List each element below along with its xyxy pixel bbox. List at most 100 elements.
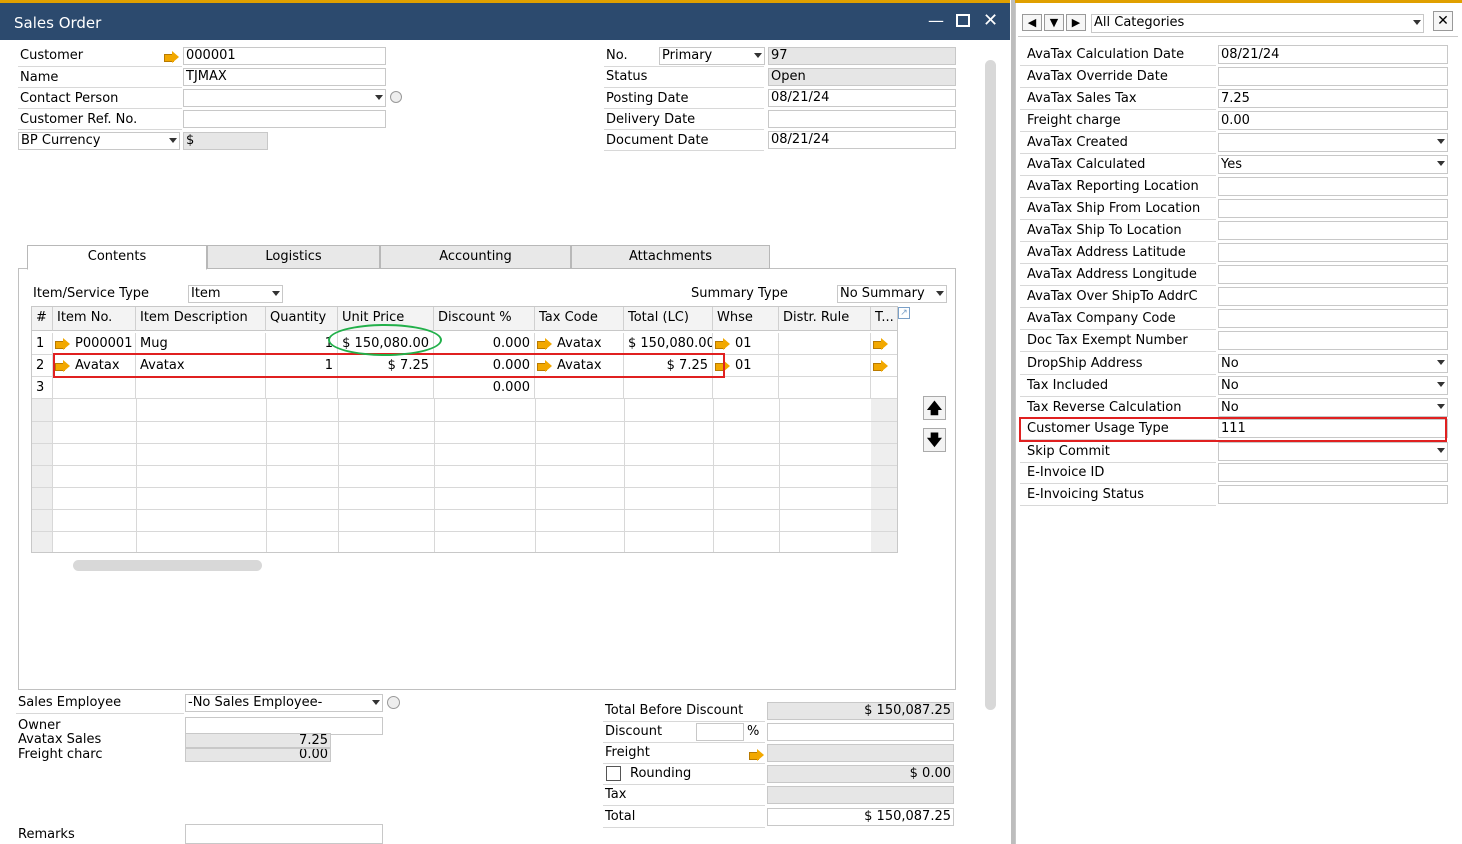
row1-quantity[interactable]: 1 <box>266 333 338 355</box>
row3-tax-code[interactable] <box>535 377 624 399</box>
close-icon[interactable]: ✕ <box>983 12 998 30</box>
contact-details-icon[interactable] <box>390 91 402 103</box>
udf-field[interactable] <box>1218 485 1448 504</box>
row1-tax-code[interactable]: Avatax <box>535 333 624 355</box>
row2-tax-more[interactable] <box>871 355 897 377</box>
udf-field[interactable] <box>1218 331 1448 350</box>
row3-whse[interactable] <box>713 377 779 399</box>
tab-accounting[interactable]: Accounting <box>380 245 571 269</box>
udf-row-freight-charge: Freight charge 0.00 <box>1020 111 1448 132</box>
udf-select[interactable]: Yes <box>1218 155 1448 174</box>
row1-whse[interactable]: 01 <box>713 333 779 355</box>
row2-num: 2 <box>32 355 53 377</box>
udf-menu-icon[interactable]: ▼ <box>1044 14 1064 31</box>
udf-category-select[interactable]: All Categories <box>1091 14 1424 33</box>
tab-logistics[interactable]: Logistics <box>207 245 380 269</box>
row1-total[interactable]: $ 150,080.00 <box>624 333 713 355</box>
col-header-whse[interactable]: Whse <box>713 307 779 331</box>
col-header-description[interactable]: Item Description <box>136 307 266 331</box>
row3-description[interactable] <box>136 377 266 399</box>
udf-next-icon[interactable]: ▶ <box>1066 14 1086 31</box>
contact-person-select[interactable] <box>183 89 386 107</box>
udf-field[interactable] <box>1218 67 1448 86</box>
row3-item-no[interactable] <box>53 377 136 399</box>
udf-row-avatax-override-date: AvaTax Override Date <box>1020 67 1448 88</box>
row2-distr-rule[interactable] <box>779 355 871 377</box>
expand-grid-icon[interactable]: ↗ <box>898 307 910 319</box>
udf-field[interactable] <box>1218 243 1448 262</box>
col-header-item-no[interactable]: Item No. <box>53 307 136 331</box>
rounding-checkbox[interactable] <box>606 766 621 781</box>
minimize-icon[interactable]: — <box>928 12 944 30</box>
row1-tax-more[interactable] <box>871 333 897 355</box>
whse-link-arrow-icon[interactable] <box>715 337 731 350</box>
remarks-field[interactable] <box>185 824 383 844</box>
col-header-discount[interactable]: Discount % <box>434 307 535 331</box>
bp-currency-select[interactable]: BP Currency <box>18 132 180 150</box>
col-header-quantity[interactable]: Quantity <box>266 307 338 331</box>
row3-tax-more[interactable] <box>871 377 897 399</box>
udf-field[interactable]: 7.25 <box>1218 89 1448 108</box>
udf-field[interactable] <box>1218 265 1448 284</box>
discount-percent-field[interactable] <box>696 723 744 741</box>
row1-distr-rule[interactable] <box>779 333 871 355</box>
col-header-total[interactable]: Total (LC) <box>624 307 713 331</box>
customer-field[interactable]: 000001 <box>183 47 386 65</box>
tab-attachments[interactable]: Attachments <box>571 245 770 269</box>
udf-prev-icon[interactable]: ◀ <box>1022 14 1042 31</box>
row1-item-no[interactable]: P000001 <box>53 333 136 355</box>
udf-field[interactable] <box>1218 287 1448 306</box>
series-select[interactable]: Primary <box>659 47 765 65</box>
vertical-scrollbar[interactable] <box>985 60 996 710</box>
delivery-date-field[interactable] <box>768 110 956 128</box>
row3-distr-rule[interactable] <box>779 377 871 399</box>
udf-field[interactable]: 08/21/24 <box>1218 45 1448 64</box>
freight-link-arrow-icon[interactable] <box>749 747 765 762</box>
customer-ref-field[interactable] <box>183 110 386 128</box>
name-field[interactable]: TJMAX <box>183 68 386 86</box>
row1-discount[interactable]: 0.000 <box>434 333 535 355</box>
maximize-icon[interactable] <box>956 14 970 27</box>
avatax-sales-label: Avatax Sales <box>18 732 102 747</box>
document-date-field[interactable]: 08/21/24 <box>768 131 956 149</box>
row3-discount[interactable]: 0.000 <box>434 377 535 399</box>
sales-employee-details-icon[interactable] <box>387 696 400 709</box>
row2-more-arrow-icon[interactable] <box>873 359 889 372</box>
col-header-num[interactable]: # <box>32 307 53 331</box>
row3-quantity[interactable] <box>266 377 338 399</box>
udf-field[interactable] <box>1218 309 1448 328</box>
move-row-up-icon[interactable]: 🡅 <box>923 396 946 420</box>
move-row-down-icon[interactable]: 🡇 <box>923 428 946 452</box>
grid-horizontal-scrollbar[interactable] <box>73 560 262 571</box>
row1-description[interactable]: Mug <box>136 333 266 355</box>
item-type-select[interactable]: Item <box>188 285 283 303</box>
col-header-tax-more[interactable]: T... <box>871 307 897 331</box>
posting-date-field[interactable]: 08/21/24 <box>768 89 956 107</box>
document-date-label: Document Date <box>606 133 709 148</box>
discount-amount-field[interactable] <box>767 723 954 741</box>
row1-more-arrow-icon[interactable] <box>873 337 889 350</box>
udf-label: AvaTax Ship To Location <box>1027 223 1182 238</box>
udf-select[interactable]: No <box>1218 398 1448 417</box>
udf-select[interactable]: No <box>1218 354 1448 373</box>
item-link-arrow-icon[interactable] <box>55 337 71 350</box>
udf-field[interactable] <box>1218 199 1448 218</box>
col-header-tax-code[interactable]: Tax Code <box>535 307 624 331</box>
row3-total[interactable] <box>624 377 713 399</box>
udf-field[interactable] <box>1218 463 1448 482</box>
col-header-distr-rule[interactable]: Distr. Rule <box>779 307 871 331</box>
summary-type-select[interactable]: No Summary <box>837 285 947 303</box>
udf-field[interactable] <box>1218 177 1448 196</box>
tab-contents[interactable]: Contents <box>27 245 207 270</box>
tax-link-arrow-icon[interactable] <box>537 337 553 350</box>
sales-employee-select[interactable]: -No Sales Employee- <box>185 694 383 712</box>
udf-select[interactable] <box>1218 133 1448 152</box>
udf-select[interactable] <box>1218 442 1448 461</box>
row3-unit-price[interactable] <box>338 377 434 399</box>
udf-field[interactable]: 0.00 <box>1218 111 1448 130</box>
udf-field[interactable] <box>1218 221 1448 240</box>
udf-select[interactable]: No <box>1218 376 1448 395</box>
customer-link-arrow-icon[interactable] <box>164 49 180 64</box>
udf-close-icon[interactable]: ✕ <box>1433 11 1453 31</box>
total-before-discount-field: $ 150,087.25 <box>767 702 954 720</box>
